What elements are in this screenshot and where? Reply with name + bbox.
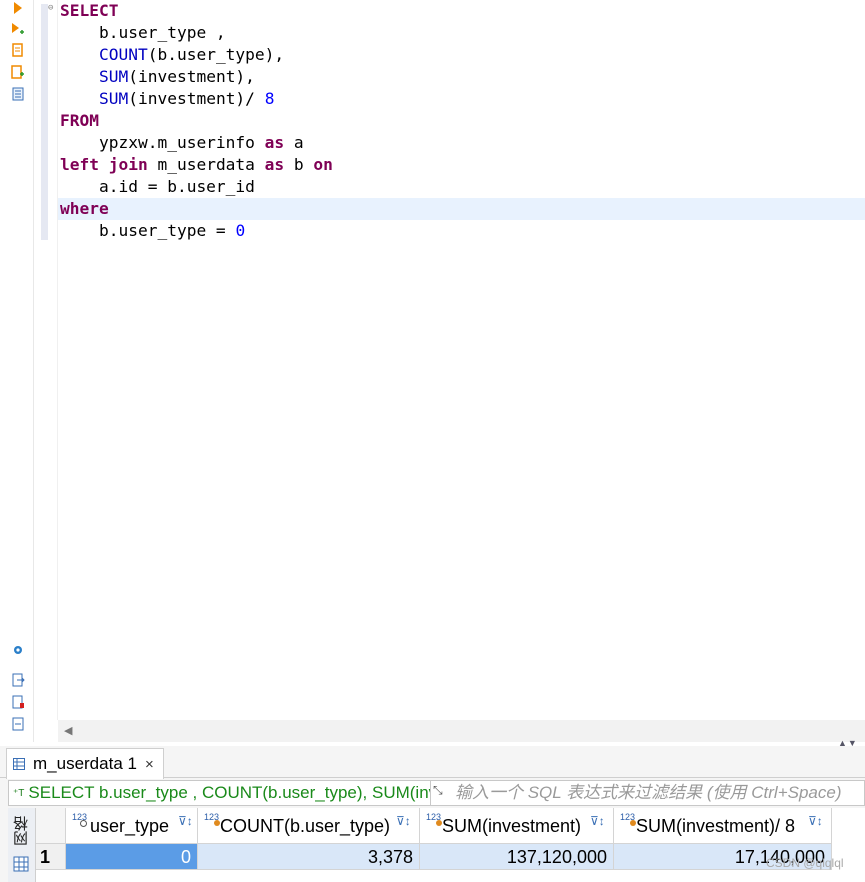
column-header-count[interactable]: 123 COUNT(b.user_type) ⊽↕ xyxy=(198,808,420,844)
code-line[interactable]: SUM(investment), xyxy=(58,66,865,88)
table-grid-icon xyxy=(13,758,25,770)
code-line[interactable]: a.id = b.user_id xyxy=(58,176,865,198)
vtab-grid-label[interactable]: 网格 xyxy=(13,816,31,846)
results-tab-bar: m_userdata 1 × xyxy=(0,748,865,779)
sql-query-icon: ⁺T xyxy=(13,787,25,799)
filter-sort-icon[interactable]: ⊽↕ xyxy=(590,814,605,828)
column-label: SUM(investment) xyxy=(442,816,582,836)
cell-count[interactable]: 3,378 xyxy=(198,844,420,870)
statement-marker xyxy=(41,4,48,240)
sql-text: (investment), xyxy=(128,67,255,86)
column-label: user_type xyxy=(90,816,170,836)
fold-toggle-icon[interactable]: ⊖ xyxy=(48,3,53,13)
column-label: SUM(investment)/ 8 xyxy=(636,816,796,836)
column-header-sum-investment[interactable]: 123 SUM(investment) ⊽↕ xyxy=(420,808,614,844)
error-log-icon[interactable] xyxy=(10,694,26,710)
view-mode-tabs: 网格 xyxy=(8,808,36,882)
sql-function: COUNT xyxy=(98,45,148,64)
sql-keyword: as xyxy=(264,133,285,152)
tab-m-userdata-1[interactable]: m_userdata 1 × xyxy=(6,748,164,779)
expand-filter-icon[interactable]: ⤡ xyxy=(433,783,443,798)
table-row[interactable]: 1 0 3,378 137,120,000 17,140,000 xyxy=(36,844,865,870)
sql-number: 8 xyxy=(264,89,275,108)
sql-text: (investment)/ xyxy=(128,89,265,108)
column-header-sum-investment-div-8[interactable]: 123 SUM(investment)/ 8 ⊽↕ xyxy=(614,808,832,844)
sql-keyword: SELECT xyxy=(60,1,119,20)
column-header-user-type[interactable]: 123 user_type ⊽↕ xyxy=(66,808,198,844)
code-line[interactable]: ypzxw.m_userinfo as a xyxy=(58,132,865,154)
sql-text: b xyxy=(284,155,314,174)
cell-sum-investment[interactable]: 137,120,000 xyxy=(420,844,614,870)
execute-script-new-tab-icon[interactable] xyxy=(10,64,26,80)
scroll-left-icon[interactable]: ◀ xyxy=(64,724,72,737)
cell-user-type[interactable]: 0 xyxy=(66,844,198,870)
editor-toolbar xyxy=(0,0,34,742)
sql-text: a xyxy=(284,133,304,152)
sql-function: SUM xyxy=(98,89,129,108)
code-line[interactable]: b.user_type , xyxy=(58,22,865,44)
results-grid: 123 user_type ⊽↕ 123 COUNT(b.user_type) … xyxy=(36,808,865,882)
tab-close-icon[interactable]: × xyxy=(145,756,154,773)
column-label: COUNT(b.user_type) xyxy=(220,816,391,836)
sql-keyword: on xyxy=(313,155,333,174)
sql-keyword: FROM xyxy=(60,111,99,130)
filter-sort-icon[interactable]: ⊽↕ xyxy=(808,814,823,828)
sql-keyword: where xyxy=(60,199,109,218)
sql-text: a.id = b.user_id xyxy=(60,177,255,196)
sql-text: ypzxw.m_userinfo xyxy=(60,133,265,152)
code-line[interactable]: b.user_type = 0 xyxy=(58,220,865,242)
filter-bar: ⁺T SELECT b.user_type , COUNT(b.user_typ… xyxy=(8,780,865,806)
grid-header-row: 123 user_type ⊽↕ 123 COUNT(b.user_type) … xyxy=(36,808,865,844)
sql-text: (b.user_type), xyxy=(147,45,285,64)
sql-keyword: left join xyxy=(60,155,148,174)
query-text-display: ⁺T SELECT b.user_type , COUNT(b.user_typ… xyxy=(9,781,431,805)
watermark: CSDN @qlqlql xyxy=(766,856,844,870)
row-number[interactable]: 1 xyxy=(36,844,66,870)
output-log-icon[interactable] xyxy=(10,716,26,732)
code-line[interactable]: SUM(investment)/ 8 xyxy=(58,88,865,110)
filter-input[interactable] xyxy=(455,781,865,805)
sql-number: 0 xyxy=(235,221,246,240)
explain-plan-icon[interactable] xyxy=(10,86,26,102)
key-icon xyxy=(80,820,87,827)
code-line[interactable]: left join m_userdata as b on xyxy=(58,154,865,176)
filter-sort-icon[interactable]: ⊽↕ xyxy=(396,814,411,828)
execute-statement-icon[interactable] xyxy=(10,0,26,16)
code-line[interactable]: where xyxy=(58,198,865,220)
sql-text: m_userdata xyxy=(147,155,265,174)
sql-editor[interactable]: ⊖ SELECT b.user_type , COUNT(b.user_type… xyxy=(0,0,865,748)
sql-text: b.user_type , xyxy=(60,23,226,42)
sql-function: SUM xyxy=(98,67,129,86)
tab-label: m_userdata 1 xyxy=(33,754,137,773)
execute-new-tab-icon[interactable] xyxy=(10,22,26,38)
execute-script-icon[interactable] xyxy=(10,42,26,58)
grid-view-icon[interactable] xyxy=(13,856,29,872)
filter-sort-icon[interactable]: ⊽↕ xyxy=(178,814,193,828)
sql-keyword: as xyxy=(264,155,285,174)
corner-cell[interactable] xyxy=(36,808,66,844)
code-line[interactable]: FROM xyxy=(58,110,865,132)
sql-text: b.user_type = xyxy=(60,221,236,240)
horizontal-scrollbar[interactable]: ◀ xyxy=(58,720,865,742)
export-icon[interactable] xyxy=(10,672,26,688)
code-area[interactable]: SELECT b.user_type , COUNT(b.user_type),… xyxy=(58,0,865,242)
settings-icon[interactable] xyxy=(10,642,26,658)
code-line[interactable]: COUNT(b.user_type), xyxy=(58,44,865,66)
results-panel: m_userdata 1 × ⁺T SELECT b.user_type , C… xyxy=(0,746,865,882)
query-text: SELECT b.user_type , COUNT(b.user_type),… xyxy=(28,783,430,802)
code-line[interactable]: SELECT xyxy=(58,0,865,22)
